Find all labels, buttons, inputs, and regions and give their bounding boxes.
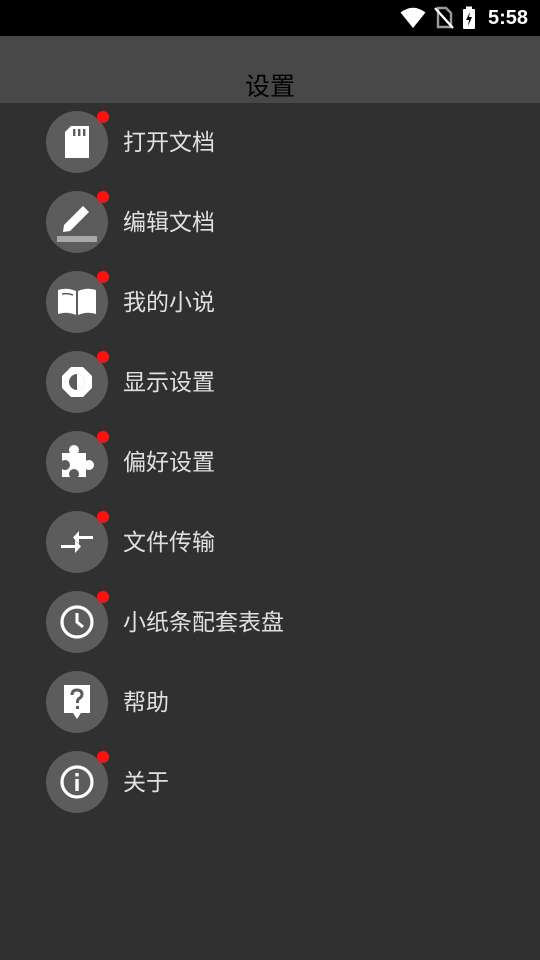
menu-item-about[interactable]: 关于 xyxy=(0,743,540,823)
menu-item-preferences[interactable]: 偏好设置 xyxy=(0,423,540,503)
wifi-icon xyxy=(400,7,426,29)
menu-item-label: 打开文档 xyxy=(123,130,215,156)
status-icons: 5:58 xyxy=(400,0,528,36)
menu-item-open-document[interactable]: 打开文档 xyxy=(0,103,540,183)
notification-badge xyxy=(97,751,109,763)
menu-item-file-transfer[interactable]: 文件传输 xyxy=(0,503,540,583)
notification-badge xyxy=(97,271,109,283)
settings-menu: 打开文档 编辑文档 我的小说 显示设置 偏好设置 文件传输 小纸条配套表盘 帮助… xyxy=(0,103,540,823)
help-icon xyxy=(46,671,108,733)
battery-charging-icon xyxy=(462,6,476,30)
menu-item-label: 文件传输 xyxy=(123,530,215,556)
menu-item-help[interactable]: 帮助 xyxy=(0,663,540,743)
menu-item-edit-document[interactable]: 编辑文档 xyxy=(0,183,540,263)
status-bar: 5:58 xyxy=(0,0,540,36)
page-title: 设置 xyxy=(244,72,295,101)
notification-badge xyxy=(97,351,109,363)
menu-item-label: 我的小说 xyxy=(123,290,215,316)
no-sim-icon xyxy=(434,6,454,30)
menu-item-display-settings[interactable]: 显示设置 xyxy=(0,343,540,423)
menu-item-my-novels[interactable]: 我的小说 xyxy=(0,263,540,343)
status-time: 5:58 xyxy=(487,6,528,29)
notification-badge xyxy=(97,431,109,443)
notification-badge xyxy=(97,191,109,203)
app-header: 设置 xyxy=(0,36,540,103)
menu-item-label: 偏好设置 xyxy=(123,450,215,476)
notification-badge xyxy=(97,511,109,523)
menu-item-label: 编辑文档 xyxy=(123,210,215,236)
menu-item-label: 帮助 xyxy=(123,690,169,716)
menu-item-label: 显示设置 xyxy=(123,370,215,396)
menu-item-watch-face[interactable]: 小纸条配套表盘 xyxy=(0,583,540,663)
menu-item-label: 小纸条配套表盘 xyxy=(123,610,284,636)
menu-item-label: 关于 xyxy=(123,770,169,796)
notification-badge xyxy=(97,591,109,603)
notification-badge xyxy=(97,111,109,123)
